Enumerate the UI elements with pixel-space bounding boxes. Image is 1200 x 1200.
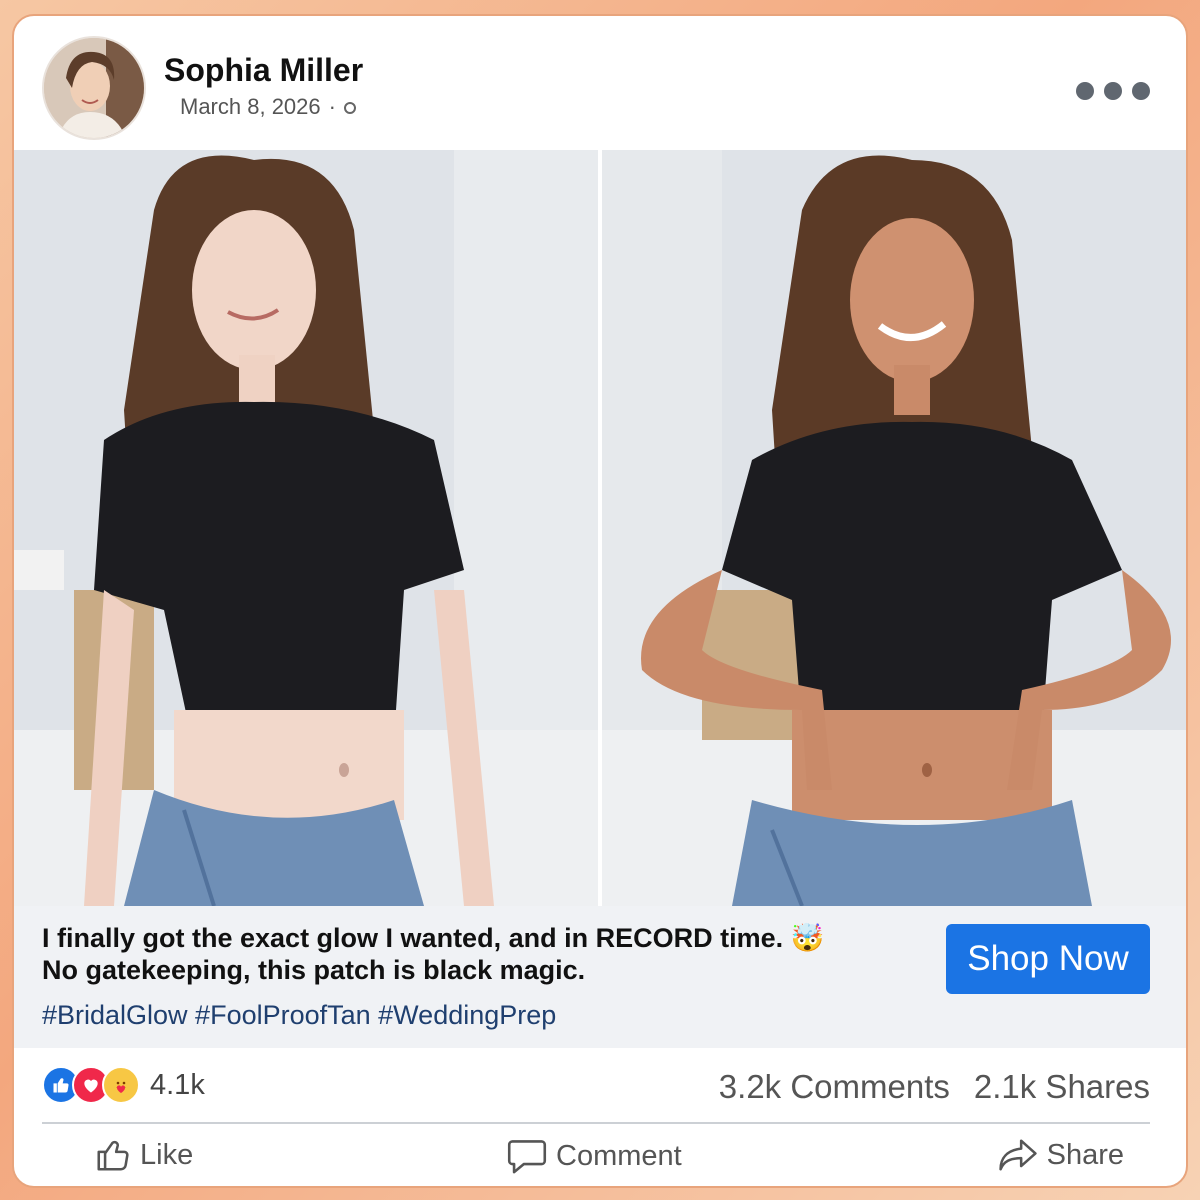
reaction-count: 4.1k [150, 1068, 205, 1101]
author-name[interactable]: Sophia Miller [164, 52, 363, 89]
hashtags[interactable]: #BridalGlow #FoolProofTan #WeddingPrep [42, 1000, 556, 1031]
more-options-icon[interactable] [1076, 82, 1150, 100]
comment-icon [507, 1140, 547, 1174]
before-photo-image [14, 150, 598, 906]
meta-separator: · [328, 94, 336, 119]
share-button[interactable]: Share [997, 1136, 1124, 1174]
more-dot [1104, 82, 1122, 100]
more-dot [1076, 82, 1094, 100]
avatar-image [44, 38, 144, 138]
share-label: Share [1046, 1138, 1124, 1171]
globe-icon [343, 102, 356, 114]
author-avatar[interactable] [42, 36, 146, 140]
post-actions: Like Comment Share [14, 1124, 1186, 1186]
post-photos [14, 150, 1186, 906]
caption-line-2: No gatekeeping, this patch is black magi… [42, 955, 586, 985]
post-caption: I finally got the exact glow I wanted, a… [42, 922, 922, 986]
post-card: Sophia Miller March 8, 2026 · I finally … [12, 14, 1188, 1188]
like-button[interactable]: Like [94, 1136, 193, 1174]
engagement-stats: 4.1k 3.2k Comments 2.1k Shares [14, 1048, 1186, 1122]
comment-share-counts: 3.2k Comments 2.1k Shares [719, 1068, 1150, 1106]
before-photo[interactable] [14, 150, 598, 906]
caption-area: I finally got the exact glow I wanted, a… [14, 906, 1186, 1048]
more-dot [1132, 82, 1150, 100]
caption-line-1: I finally got the exact glow I wanted, a… [42, 923, 825, 953]
thumbs-up-icon [97, 1140, 129, 1171]
after-photo-image [602, 150, 1186, 906]
after-photo[interactable] [602, 150, 1186, 906]
comments-count[interactable]: 3.2k Comments [719, 1068, 950, 1106]
like-label: Like [140, 1138, 194, 1171]
shares-count[interactable]: 2.1k Shares [974, 1068, 1150, 1106]
comment-button[interactable]: Comment [506, 1136, 682, 1176]
reactions-summary[interactable]: 4.1k [42, 1066, 205, 1104]
comment-label: Comment [556, 1139, 682, 1172]
post-date[interactable]: March 8, 2026 [180, 94, 321, 120]
post-meta: March 8, 2026 · [180, 94, 356, 120]
care-icon [102, 1066, 140, 1104]
shop-now-button[interactable]: Shop Now [946, 924, 1150, 994]
share-icon [998, 1139, 1037, 1171]
post-header: Sophia Miller March 8, 2026 · [14, 16, 1186, 150]
